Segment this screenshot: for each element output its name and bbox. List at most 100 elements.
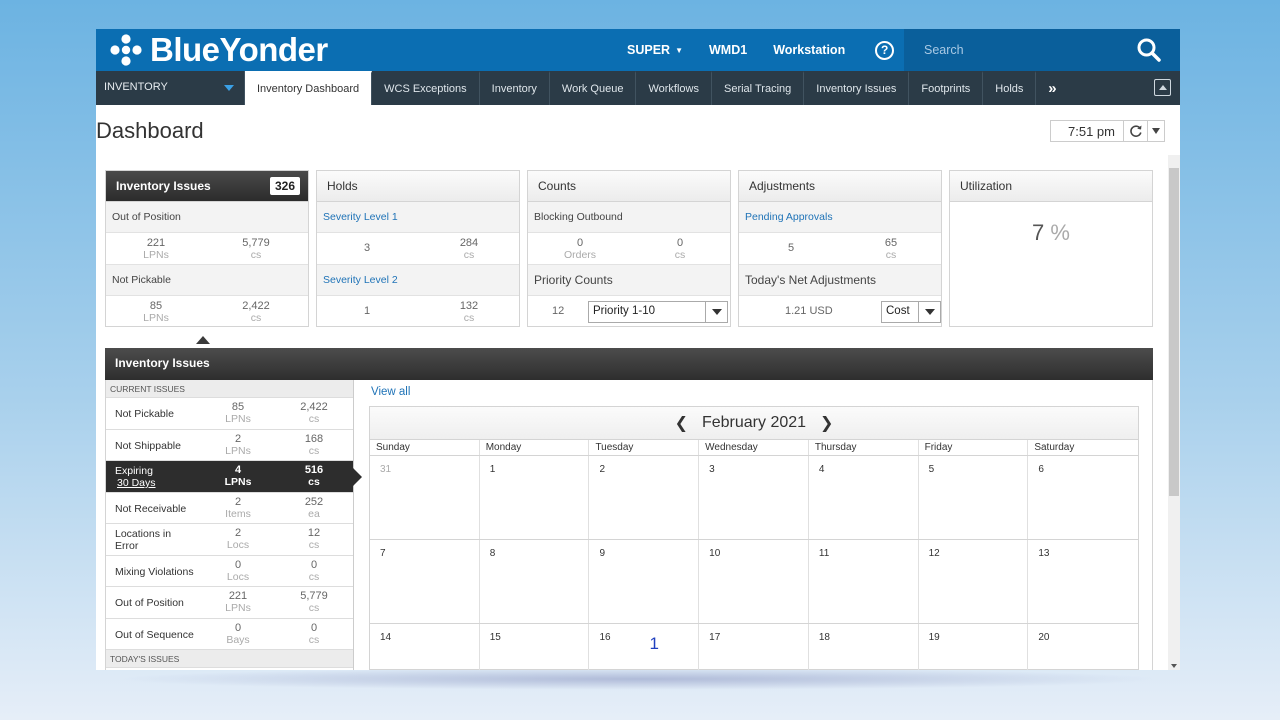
scrollbar-thumb[interactable] — [1169, 168, 1179, 496]
view-all-link[interactable]: View all — [371, 386, 410, 398]
chevron-down-icon — [918, 302, 940, 322]
list-item[interactable]: Not Shippable 2 LPNs 168 cs — [106, 430, 353, 461]
event-count-link[interactable]: 1 — [649, 634, 658, 654]
severity-level-1-link[interactable]: Severity Level 1 — [317, 202, 519, 233]
calendar-day[interactable]: 15 — [480, 624, 590, 670]
unit: cs — [308, 444, 320, 457]
tab-work-queue[interactable]: Work Queue — [549, 71, 637, 105]
unit: LPNs — [143, 312, 169, 324]
tab-holds[interactable]: Holds — [983, 71, 1037, 105]
not-pickable-values: 85 LPNs 2,422 cs — [106, 296, 308, 328]
calendar-day[interactable]: 20 — [1028, 624, 1138, 670]
calendar-header: ❮ February 2021 ❯ — [370, 407, 1138, 440]
more-tabs-label: » — [1048, 79, 1057, 97]
blueyonder-logo[interactable]: BlueYonder — [108, 32, 328, 68]
page-scrollbar[interactable] — [1168, 155, 1180, 670]
chevron-left-icon[interactable]: ❮ — [675, 413, 688, 433]
tab-label: Serial Tracing — [724, 83, 792, 95]
help-icon[interactable]: ? — [875, 40, 895, 60]
calendar-day[interactable]: 31 — [370, 456, 480, 539]
card-counts[interactable]: Counts Blocking Outbound 0 Orders 0 cs Pri… — [527, 170, 731, 327]
tab-label: Holds — [995, 83, 1024, 95]
calendar-day[interactable]: 9 — [589, 540, 700, 623]
list-item[interactable]: Locations in Error 2 Locs 12 cs — [106, 524, 353, 556]
calendar-day[interactable]: 12 — [919, 540, 1029, 623]
last-refresh-time: 7:51 pm — [1050, 120, 1124, 142]
card-header: Adjustments — [739, 171, 941, 202]
calendar-day[interactable]: 14 — [370, 624, 480, 670]
unit: cs — [308, 539, 320, 551]
current-issues-header: CURRENT ISSUES — [106, 380, 353, 398]
value: 221 — [146, 237, 166, 249]
collapse-header-icon[interactable] — [1154, 79, 1171, 96]
list-item[interactable]: Not Pickable 85 LPNs 2,422 cs — [106, 398, 353, 430]
refresh-options-chevron-icon[interactable] — [1148, 120, 1165, 142]
blocking-outbound-values: 0 Orders 0 cs — [528, 233, 730, 265]
net-adjustment-select[interactable]: Cost — [881, 301, 941, 323]
card-adjustments[interactable]: Adjustments Pending Approvals 5 65 cs Tod… — [738, 170, 942, 327]
section-not-pickable: Not Pickable — [106, 265, 308, 296]
chevron-down-icon — [705, 302, 727, 322]
calendar-day[interactable]: 19 — [919, 624, 1029, 670]
value: 2,422 — [242, 300, 270, 312]
calendar-day[interactable]: 7 — [370, 540, 480, 623]
search-input[interactable] — [924, 40, 1124, 60]
tab-inventory[interactable]: Inventory — [479, 71, 550, 105]
calendar-day[interactable]: 8 — [480, 540, 590, 623]
calendar-day[interactable]: 17 — [699, 624, 809, 670]
card-header: Utilization — [950, 171, 1152, 202]
calendar-day[interactable]: 1 — [480, 456, 590, 539]
calendar-day[interactable]: 3 — [699, 456, 809, 539]
severity-level-2-link[interactable]: Severity Level 2 — [317, 265, 519, 296]
value: 65 — [884, 237, 898, 249]
tab-workflows[interactable]: Workflows — [636, 71, 712, 105]
calendar-day[interactable]: 2 — [589, 456, 700, 539]
warehouse-label: WMD1 — [709, 43, 748, 57]
more-tabs-icon[interactable]: » — [1036, 71, 1068, 105]
list-item[interactable]: Out of Sequence 0 Bays 0 cs — [106, 619, 353, 650]
value: 2 — [234, 432, 242, 445]
value: 12 — [307, 527, 321, 539]
issue-label: Not Pickable — [115, 408, 174, 420]
tab-inventory-dashboard[interactable]: Inventory Dashboard — [245, 71, 373, 105]
tab-serial-tracing[interactable]: Serial Tracing — [712, 71, 805, 105]
list-item[interactable]: Out of Position 221 LPNs 5,779 cs — [106, 587, 353, 619]
tab-label: Inventory Issues — [816, 83, 897, 95]
card-title: Adjustments — [749, 179, 816, 193]
priority-select[interactable]: Priority 1-10 — [588, 301, 728, 323]
scroll-down-icon[interactable] — [1171, 664, 1177, 668]
chevron-right-icon[interactable]: ❯ — [820, 413, 833, 433]
search-icon[interactable] — [1136, 37, 1162, 63]
calendar-day[interactable]: 4 — [809, 456, 919, 539]
user-menu[interactable]: SUPER ▼ — [627, 43, 683, 57]
workstation-menu[interactable]: Workstation — [773, 43, 845, 57]
help-label: ? — [881, 43, 889, 57]
tab-wcs-exceptions[interactable]: WCS Exceptions — [372, 71, 480, 105]
warehouse-menu[interactable]: WMD1 — [709, 43, 747, 57]
calendar-day[interactable]: 11 — [809, 540, 919, 623]
list-item[interactable]: Mixing Violations 0 Locs 0 cs — [106, 556, 353, 587]
calendar-day[interactable]: 13 — [1028, 540, 1138, 623]
list-item-selected[interactable]: Expiring 30 Days 4 LPNs 516 cs — [106, 461, 362, 493]
calendar-day[interactable]: 18 — [809, 624, 919, 670]
card-title: Holds — [327, 179, 358, 193]
card-holds[interactable]: Holds Severity Level 1 3 284 cs Severity … — [316, 170, 520, 327]
calendar-day[interactable]: 5 — [919, 456, 1029, 539]
card-utilization[interactable]: Utilization 7 % — [949, 170, 1153, 327]
calendar-day[interactable]: 6 — [1028, 456, 1138, 539]
weekday-label: Thursday — [809, 440, 919, 455]
expiring-days-link[interactable]: 30 Days — [117, 477, 156, 489]
calendar-day[interactable]: 10 — [699, 540, 809, 623]
net-select-value: Cost — [886, 305, 910, 317]
value: 85 — [149, 300, 163, 312]
card-inventory-issues[interactable]: Inventory Issues 326 Out of Position 221… — [105, 170, 309, 327]
calendar-day-with-event[interactable]: 16 1 — [589, 624, 700, 670]
tab-footprints[interactable]: Footprints — [909, 71, 984, 105]
pending-approvals-link[interactable]: Pending Approvals — [739, 202, 941, 233]
calendar-weekdays: Sunday Monday Tuesday Wednesday Thursday… — [370, 440, 1138, 456]
refresh-icon[interactable] — [1124, 120, 1148, 142]
tab-inventory-issues[interactable]: Inventory Issues — [804, 71, 910, 105]
value: 4 — [234, 464, 242, 476]
module-selector[interactable]: INVENTORY — [96, 71, 245, 105]
list-item[interactable]: Not Receivable 2 Items 252 ea — [106, 493, 353, 524]
